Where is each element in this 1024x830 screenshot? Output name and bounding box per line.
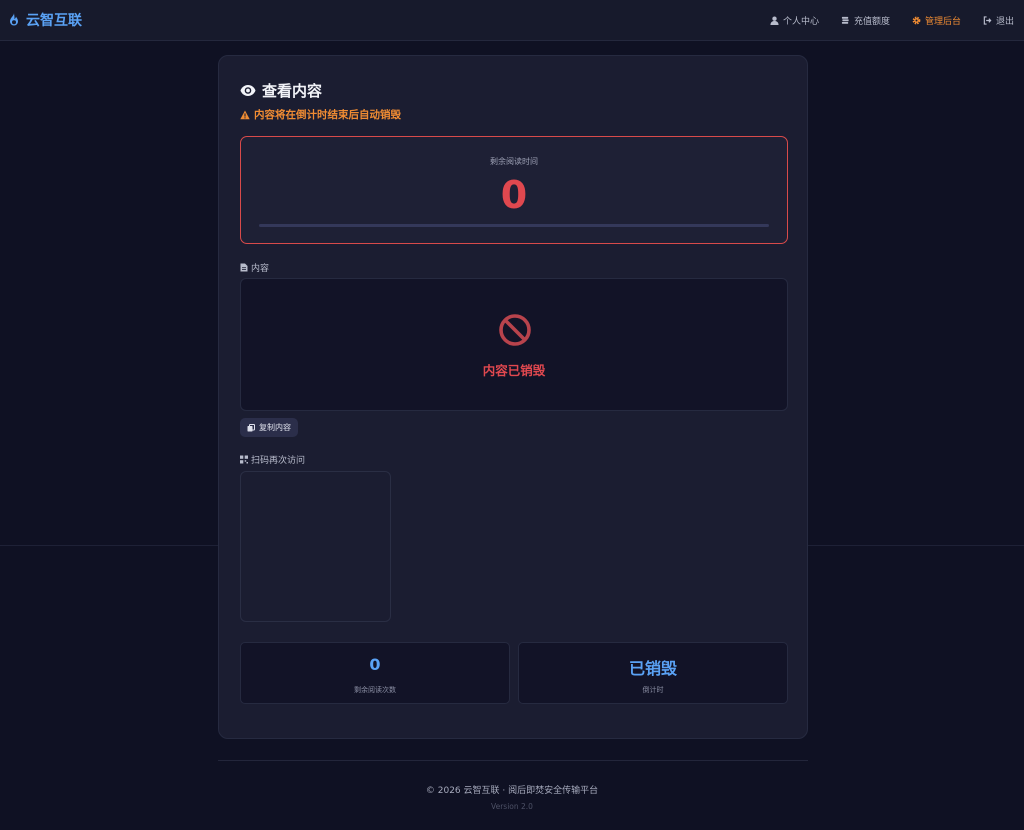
ban-icon [499,314,531,346]
top-nav: 个人中心 充值额度 管理后台 退出 [770,14,1014,27]
view-content-card: 查看内容 内容将在倒计时结束后自动销毁 剩余阅读时间 0 内容 内容已销毁 复制… [218,55,808,739]
destroy-warning-text: 内容将在倒计时结束后自动销毁 [254,109,401,121]
nav-logout[interactable]: 退出 [983,14,1014,27]
countdown-panel: 剩余阅读时间 0 [240,136,788,244]
copy-icon [247,423,255,431]
user-icon [770,16,779,25]
destroy-warning: 内容将在倒计时结束后自动销毁 [240,107,401,122]
qr-section-label: 扫码再次访问 [240,453,305,466]
content-section-label-text: 内容 [251,264,270,274]
warning-icon [240,110,250,119]
nav-recharge[interactable]: 充值额度 [841,14,890,27]
nav-recharge-label: 充值额度 [853,16,890,27]
gear-icon [912,16,921,24]
coins-icon [841,16,849,24]
eye-icon [240,85,256,96]
qr-section-label-text: 扫码再次访问 [251,456,306,466]
countdown-stat: 已销毁 倒计时 [518,642,788,704]
nav-profile[interactable]: 个人中心 [770,14,819,27]
countdown-label: 剩余阅读时间 [490,157,538,166]
footer-version: Version 2.0 [491,802,533,811]
countdown-stat-value: 已销毁 [628,659,677,678]
qrcode-icon [240,455,248,464]
nav-admin[interactable]: 管理后台 [912,14,961,27]
logout-icon [983,15,992,25]
top-navbar: 云智互联 个人中心 充值额度 管理后台 退出 [0,0,1024,41]
copy-content-button[interactable]: 复制内容 [240,418,298,437]
flame-icon [10,13,18,26]
footer-copyright: © 2026 云智互联 · 阅后即焚安全传输平台 [425,786,599,796]
remaining-reads-label: 剩余阅读次数 [354,686,396,694]
content-section-label: 内容 [240,261,269,274]
page-title: 查看内容 [240,80,322,101]
qr-code-area [240,471,391,622]
brand-logo[interactable]: 云智互联 [8,10,82,30]
brand-name: 云智互联 [26,13,82,29]
footer-divider [218,760,808,761]
destroyed-message: 内容已销毁 [482,363,546,378]
countdown-value: 0 [500,173,528,217]
nav-profile-label: 个人中心 [782,16,819,27]
remaining-reads-stat: 0 剩余阅读次数 [240,642,510,704]
copy-content-label: 复制内容 [259,423,291,432]
countdown-progress-bar [259,224,769,227]
content-display: 内容已销毁 [240,278,788,411]
nav-admin-label: 管理后台 [924,16,961,27]
document-icon [240,263,248,272]
page-title-text: 查看内容 [262,82,323,100]
nav-logout-label: 退出 [995,16,1014,27]
remaining-reads-value: 0 [369,655,381,674]
countdown-stat-label: 倒计时 [642,686,664,694]
